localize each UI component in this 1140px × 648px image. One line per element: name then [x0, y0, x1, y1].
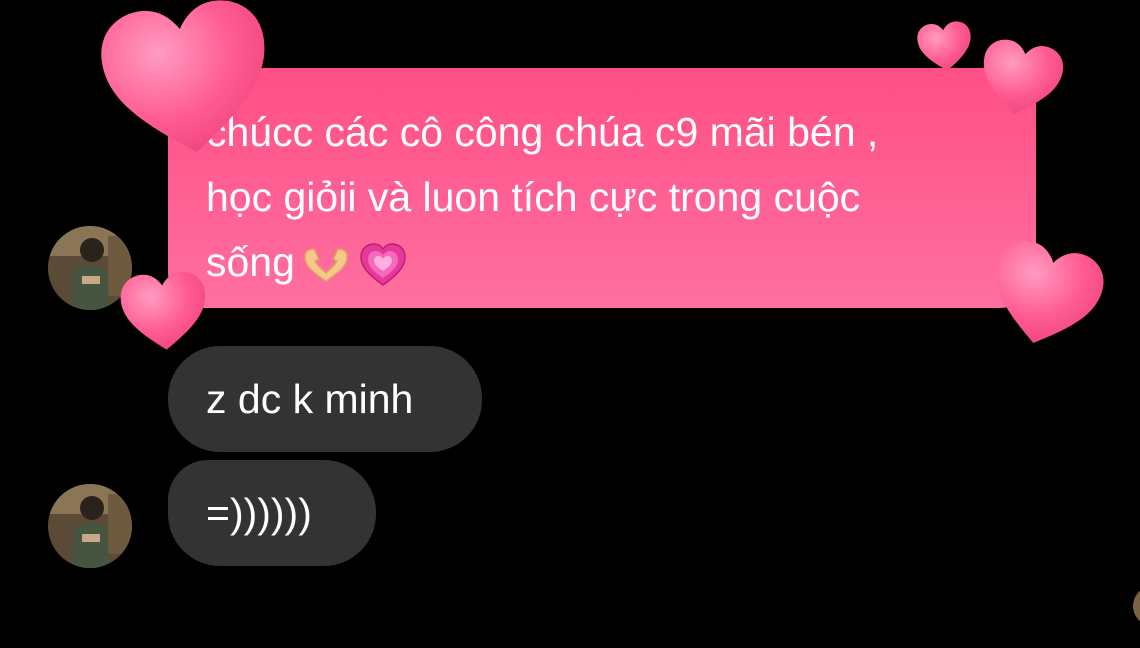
message-text: =)))))) [206, 490, 312, 536]
avatar-photo [1133, 586, 1140, 626]
avatar-photo [48, 226, 132, 310]
message-line: sống [206, 239, 295, 285]
avatar-photo [48, 484, 132, 568]
message-bubble[interactable]: =)))))) [168, 460, 376, 566]
message-text: z dc k minh [206, 376, 414, 422]
heart-hands-emoji [301, 245, 351, 285]
message-line: chúcc các cô công chúa c9 mãi bén , [206, 109, 879, 155]
sender-avatar[interactable] [48, 226, 132, 310]
message-line: học giỏii và luon tích cực trong cuộc [206, 174, 861, 220]
sender-avatar-peek [1133, 586, 1140, 626]
sender-avatar[interactable] [48, 484, 132, 568]
growing-heart-emoji [359, 241, 407, 289]
chat-thread: chúcc các cô công chúa c9 mãi bén , học … [0, 0, 1140, 648]
message-bubble[interactable]: z dc k minh [168, 346, 482, 452]
message-line-last: sống [206, 230, 1006, 295]
message-bubble-highlighted[interactable]: chúcc các cô công chúa c9 mãi bén , học … [168, 68, 1036, 308]
